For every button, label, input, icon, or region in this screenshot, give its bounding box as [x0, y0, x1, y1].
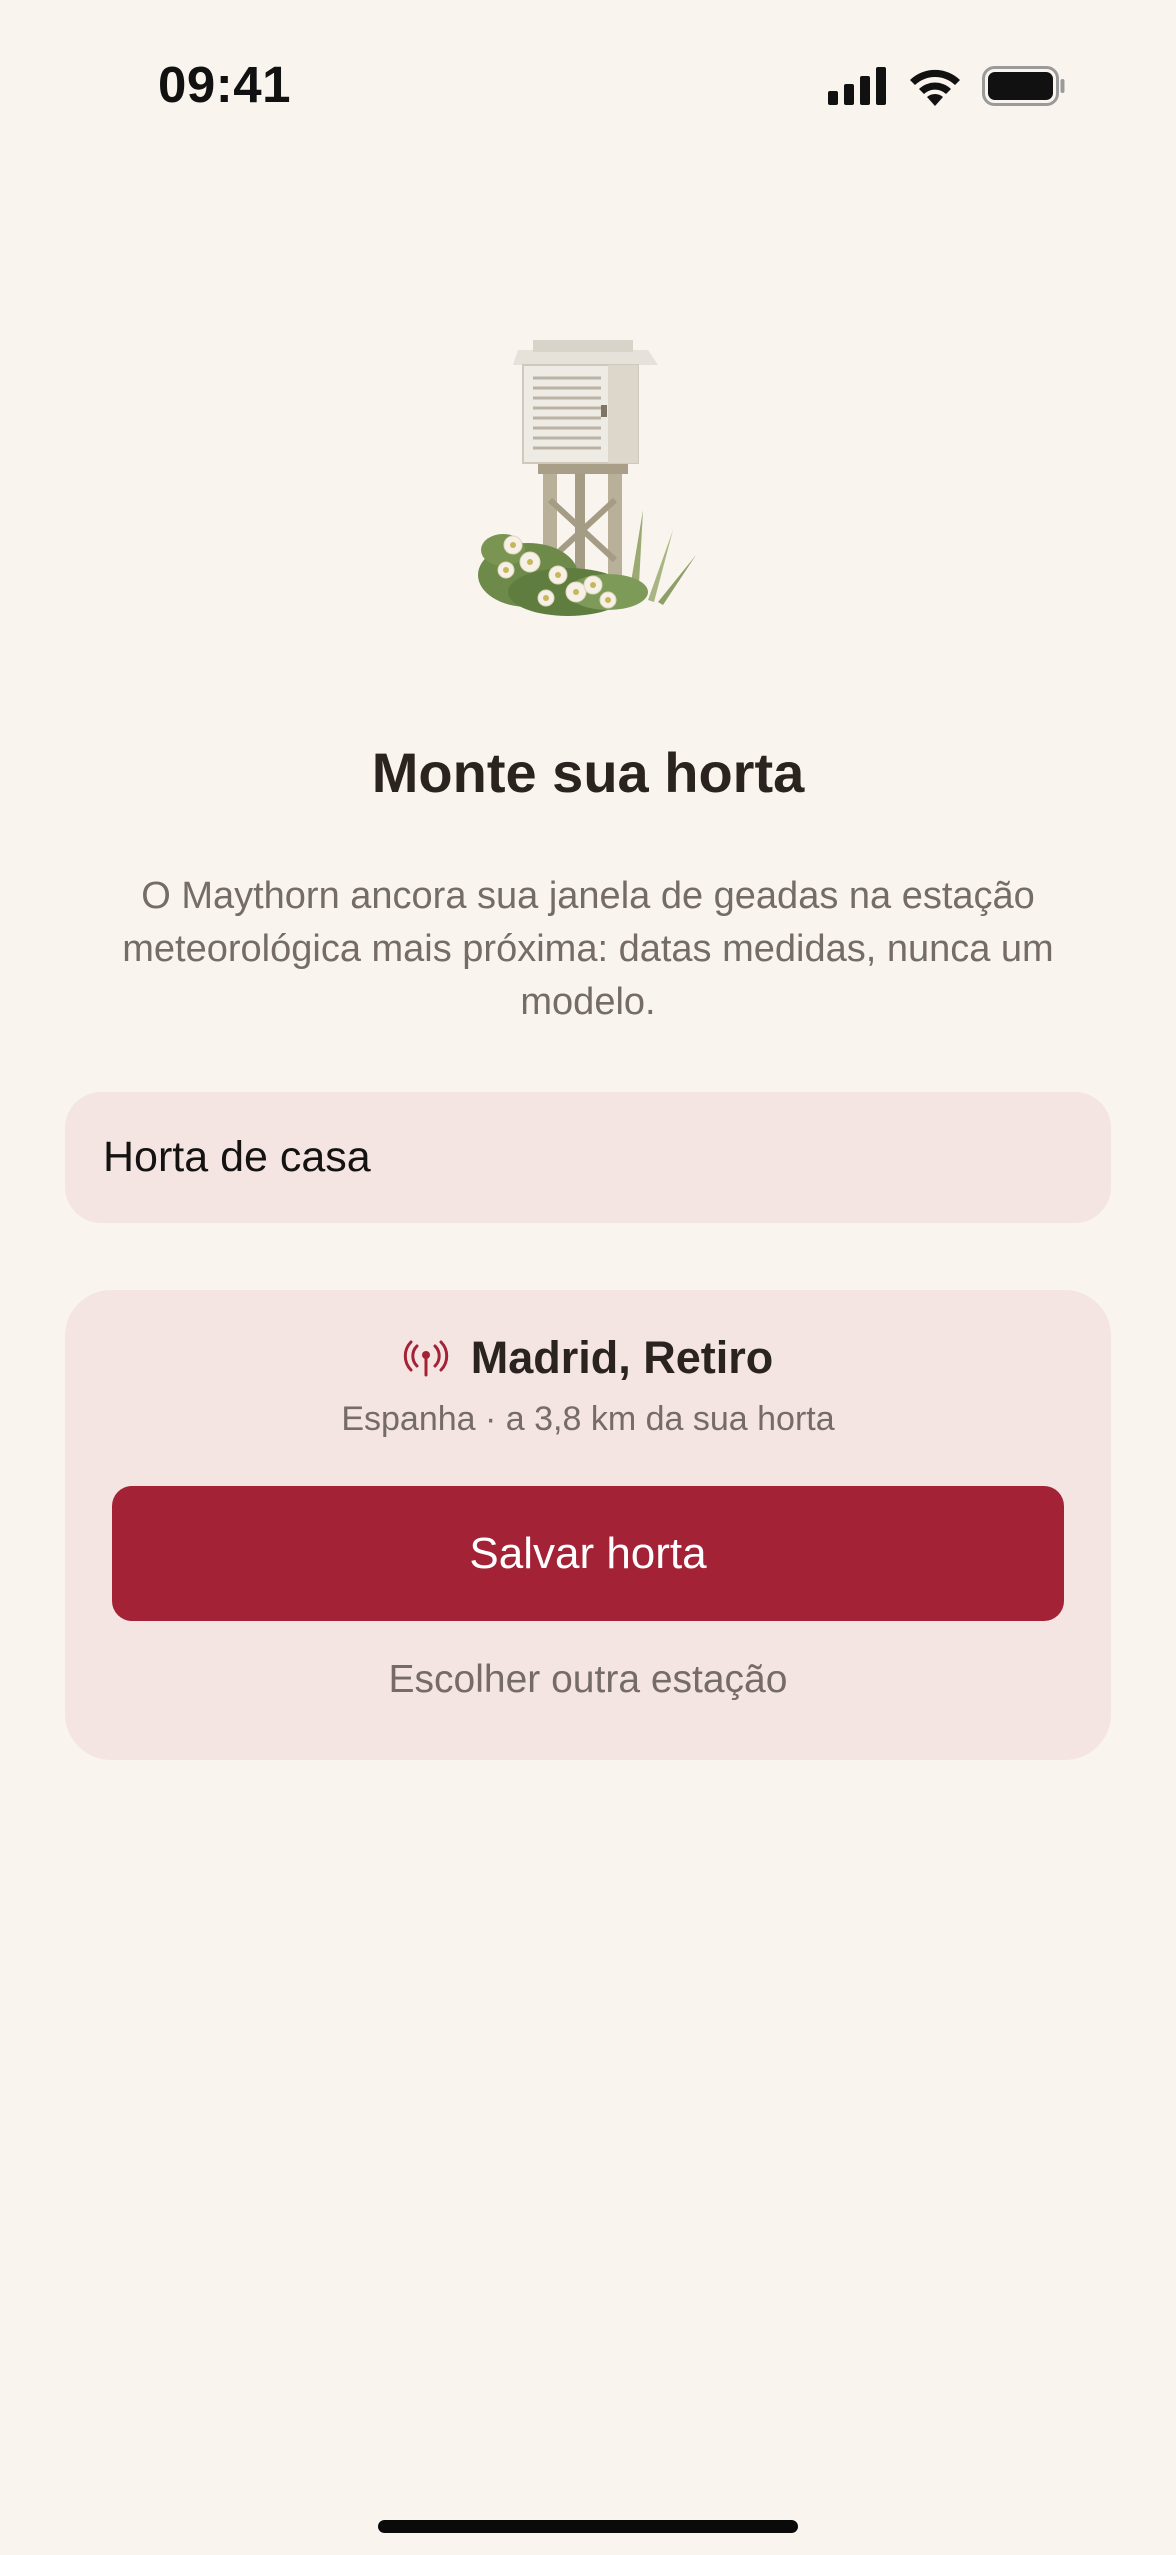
- garden-name-value[interactable]: Horta de casa: [103, 1133, 371, 1182]
- weather-station-illustration: [458, 330, 718, 620]
- wifi-icon: [910, 69, 960, 106]
- cellular-signal-icon: [828, 67, 886, 105]
- battery-icon: [982, 66, 1065, 106]
- station-name: Madrid, Retiro: [470, 1332, 774, 1383]
- choose-other-station-link[interactable]: Escolher outra estação: [65, 1658, 1111, 1702]
- garden-name-field[interactable]: Horta de casa: [65, 1092, 1111, 1223]
- station-header: Madrid, Retiro: [65, 1332, 1111, 1384]
- antenna-icon: [403, 1340, 448, 1377]
- page-description: O Maythorn ancora sua janela de geadas n…: [122, 875, 1054, 1023]
- status-time: 09:41: [158, 56, 291, 113]
- station-distance: Espanha · a 3,8 km da sua horta: [341, 1400, 835, 1438]
- page-title: Monte sua horta: [371, 741, 805, 804]
- station-card: Madrid, Retiro Espanha · a 3,8 km da sua…: [65, 1290, 1111, 1760]
- home-indicator: [378, 2520, 798, 2533]
- save-garden-button[interactable]: Salvar horta: [112, 1486, 1064, 1621]
- status-icons: [828, 62, 1066, 110]
- status-bar: 09:41: [0, 0, 1176, 170]
